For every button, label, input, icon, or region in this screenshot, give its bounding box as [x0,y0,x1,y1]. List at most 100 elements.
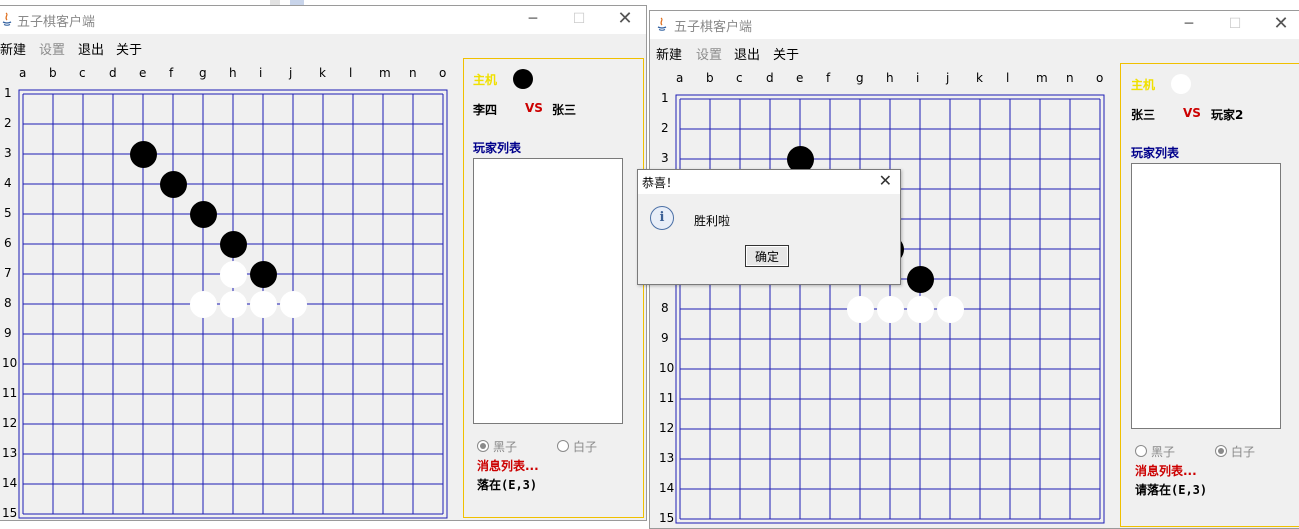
player-list[interactable] [473,158,623,424]
row-label: 11 [2,386,18,400]
row-label: 1 [4,86,12,100]
column-label: f [169,66,174,80]
radio-white-circle [557,440,569,452]
dialog-title-bar[interactable]: 恭喜！ ✕ [638,170,900,194]
column-label: l [349,66,353,80]
column-label: j [289,66,293,80]
window-title: 五子棋客户端 [17,15,96,30]
white-stone [937,296,964,323]
row-label: 14 [2,476,18,490]
row-label: 9 [4,326,12,340]
menu-settings[interactable]: 设置 [39,39,65,58]
menu-about[interactable]: 关于 [116,39,142,58]
row-label: 12 [2,416,18,430]
row-label: 15 [659,511,675,525]
row-label: 12 [659,421,675,435]
column-label: a [19,66,27,80]
board-grid [675,94,1105,524]
game-board[interactable]: abcdefghijklmno123456789101112131415 [0,60,460,520]
player-list-label: 玩家列表 [1131,146,1180,160]
radio-white-circle [1215,445,1227,457]
radio-black-label: 黑子 [1151,445,1176,459]
column-label: h [886,71,894,85]
window-title: 五子棋客户端 [674,20,753,35]
maximize-button[interactable]: ☐ [1212,11,1258,39]
radio-white-label: 白子 [573,440,598,454]
row-label: 3 [661,151,669,165]
close-button[interactable]: ✕ [602,6,646,34]
row-label: 2 [4,116,12,130]
board-grid [18,89,448,519]
column-label: c [736,71,743,85]
column-label: k [319,66,326,80]
black-stone [220,231,247,258]
column-label: j [946,71,950,85]
row-label: 8 [4,296,12,310]
white-stone [250,291,277,318]
row-label: 15 [2,506,18,520]
column-label: o [439,66,447,80]
white-stone [280,291,307,318]
versus-label: VS [525,101,543,115]
menu-about[interactable]: 关于 [773,44,799,63]
radio-white-label: 白子 [1231,445,1256,459]
menu-bar: 新建 设置 退出 关于 [0,34,646,60]
menu-exit[interactable]: 退出 [734,44,760,63]
player-one-name: 李四 [473,103,498,117]
dialog-close-button[interactable]: ✕ [879,171,892,190]
column-label: o [1096,71,1104,85]
message-text: 落在(E,3) [477,478,538,492]
row-label: 4 [4,176,12,190]
column-label: e [796,71,804,85]
ok-button[interactable]: 确定 [745,245,789,267]
maximize-button[interactable]: ☐ [556,6,602,34]
player-one-name: 张三 [1131,108,1156,122]
row-label: 7 [4,266,12,280]
row-label: 10 [2,356,18,370]
side-panel: 主机 张三 VS 玩家2 玩家列表 黑子 白子 消息列表... 请落在(E,3) [1120,63,1299,527]
column-label: c [79,66,86,80]
column-label: l [1006,71,1010,85]
white-stone [220,261,247,288]
message-list-label: 消息列表... [1135,464,1197,478]
title-bar[interactable]: 五子棋客户端 ─ ☐ ✕ [0,6,646,34]
radio-white[interactable]: 白子 [557,438,597,455]
row-label: 1 [661,91,669,105]
radio-black-circle [477,440,489,452]
message-list-label: 消息列表... [477,459,539,473]
player-list[interactable] [1131,163,1281,429]
close-button[interactable]: ✕ [1258,11,1299,39]
row-label: 2 [661,121,669,135]
radio-white[interactable]: 白子 [1215,443,1255,460]
row-label: 6 [4,236,12,250]
menu-settings[interactable]: 设置 [696,44,722,63]
menu-exit[interactable]: 退出 [78,39,104,58]
row-label: 9 [661,331,669,345]
column-label: b [49,66,57,80]
player-list-label: 玩家列表 [473,141,522,155]
radio-black-circle [1135,445,1147,457]
radio-black[interactable]: 黑子 [1135,443,1175,460]
player-two-name: 张三 [552,103,577,117]
title-bar[interactable]: 五子棋客户端 ─ ☐ ✕ [650,11,1299,39]
column-label: m [1036,71,1048,85]
minimize-button[interactable]: ─ [1166,11,1212,39]
row-label: 3 [4,146,12,160]
dialog-title: 恭喜！ [642,176,679,190]
minimize-button[interactable]: ─ [510,6,556,34]
column-label: d [766,71,774,85]
menu-new[interactable]: 新建 [0,39,26,58]
info-icon: i [650,206,674,230]
game-board[interactable]: abcdefghijklmno123456789101112131415 [657,65,1117,525]
column-label: b [706,71,714,85]
host-label: 主机 [473,73,498,87]
side-panel: 主机 李四 VS 张三 玩家列表 黑子 白子 消息列表... 落在(E,3) [463,58,644,518]
column-label: f [826,71,831,85]
radio-black[interactable]: 黑子 [477,438,517,455]
row-label: 11 [659,391,675,405]
java-icon [657,17,667,31]
white-stone [907,296,934,323]
menu-new[interactable]: 新建 [656,44,682,63]
client-window-left: 五子棋客户端 ─ ☐ ✕ 新建 设置 退出 关于 a b c d e f g h i j k l m n o… [0,5,647,521]
column-label: h [229,66,237,80]
